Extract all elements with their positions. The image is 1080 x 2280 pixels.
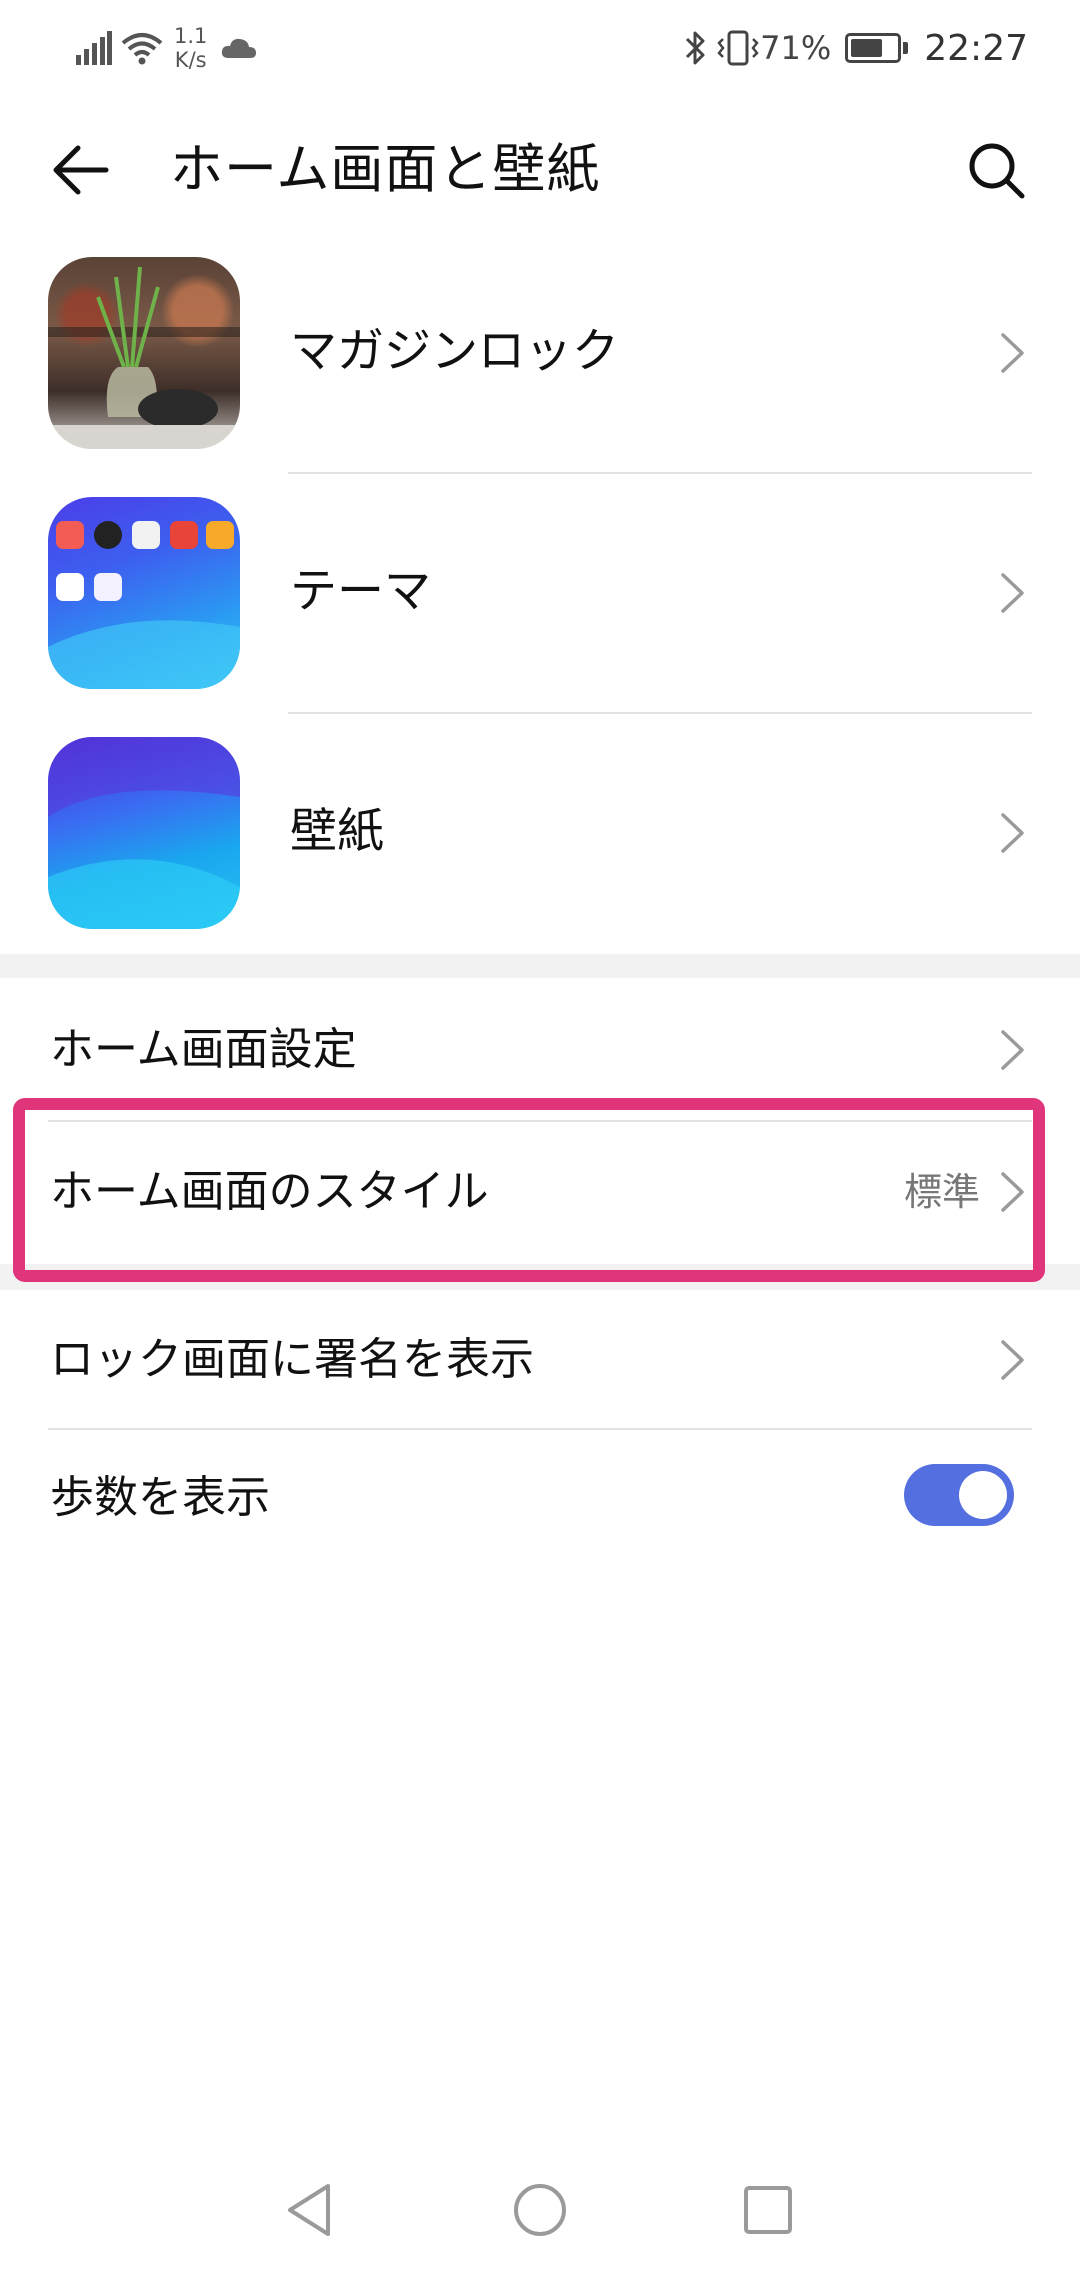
chevron-right-icon [1001,1172,1024,1212]
nav-back-button[interactable] [270,2170,350,2250]
app-header: ホーム画面と壁紙 [0,96,1080,232]
wifi-icon [121,33,163,65]
status-bar: 1.1 K/s 71% 22:27 [0,0,1080,96]
section-separator [0,954,1080,978]
toggle-knob [959,1471,1007,1519]
navigation-bar [0,2140,1080,2280]
battery-percent: 71% [760,29,832,67]
page-title: ホーム画面と壁紙 [170,139,601,200]
signal-icon [76,31,112,65]
nav-home-button[interactable] [500,2170,580,2250]
setting-value: 標準 [903,1170,980,1214]
net-speed-unit: K/s [174,48,207,72]
setting-label: ホーム画面設定 [50,1024,357,1075]
cloud-icon [222,38,257,58]
theme-thumbnail [48,497,240,689]
magazine-lock-thumbnail [48,257,240,449]
setting-label: ホーム画面のスタイル [50,1166,489,1217]
row-theme[interactable]: テーマ [0,472,1080,712]
network-speed: 1.1 K/s [174,24,207,72]
net-speed-value: 1.1 [174,24,208,48]
row-wallpaper[interactable]: 壁紙 [0,712,1080,952]
nav-home-icon [514,2184,566,2236]
chevron-right-icon [1001,1340,1024,1380]
chevron-right-icon [1001,333,1024,373]
row-label: マガジンロック [290,324,619,379]
row-show-step-count[interactable]: 歩数を表示 [0,1428,1080,1568]
chevron-right-icon [1001,813,1024,853]
nav-recents-icon [744,2186,792,2234]
row-lock-screen-signature[interactable]: ロック画面に署名を表示 [0,1290,1080,1430]
status-right: 71% 22:27 [684,18,1028,78]
search-button[interactable] [952,126,1040,214]
row-home-screen-style[interactable]: ホーム画面のスタイル 標準 [0,1122,1080,1262]
step-count-toggle[interactable] [904,1464,1014,1526]
row-magazine-lock[interactable]: マガジンロック [0,232,1080,472]
vibrate-icon [717,30,759,66]
status-time: 22:27 [924,27,1028,69]
bluetooth-icon [686,31,705,65]
row-label: テーマ [290,564,431,619]
back-button[interactable] [36,126,124,214]
setting-label: 歩数を表示 [50,1472,270,1523]
row-label: 壁紙 [290,804,384,859]
row-home-screen-settings[interactable]: ホーム画面設定 [0,980,1080,1120]
back-arrow-icon [53,145,109,195]
wallpaper-thumbnail [48,737,240,929]
chevron-right-icon [1001,1030,1024,1070]
section-separator [0,1264,1080,1290]
chevron-right-icon [1001,573,1024,613]
battery-icon [845,33,909,63]
nav-back-icon [288,2184,330,2236]
status-left: 1.1 K/s [76,18,257,78]
nav-recents-button[interactable] [728,2170,808,2250]
search-icon [969,143,1025,199]
setting-label: ロック画面に署名を表示 [50,1334,534,1385]
screen: 1.1 K/s 71% 22:27 ホーム画面と壁紙 マガジンロック テーマ 壁… [0,0,1080,2280]
